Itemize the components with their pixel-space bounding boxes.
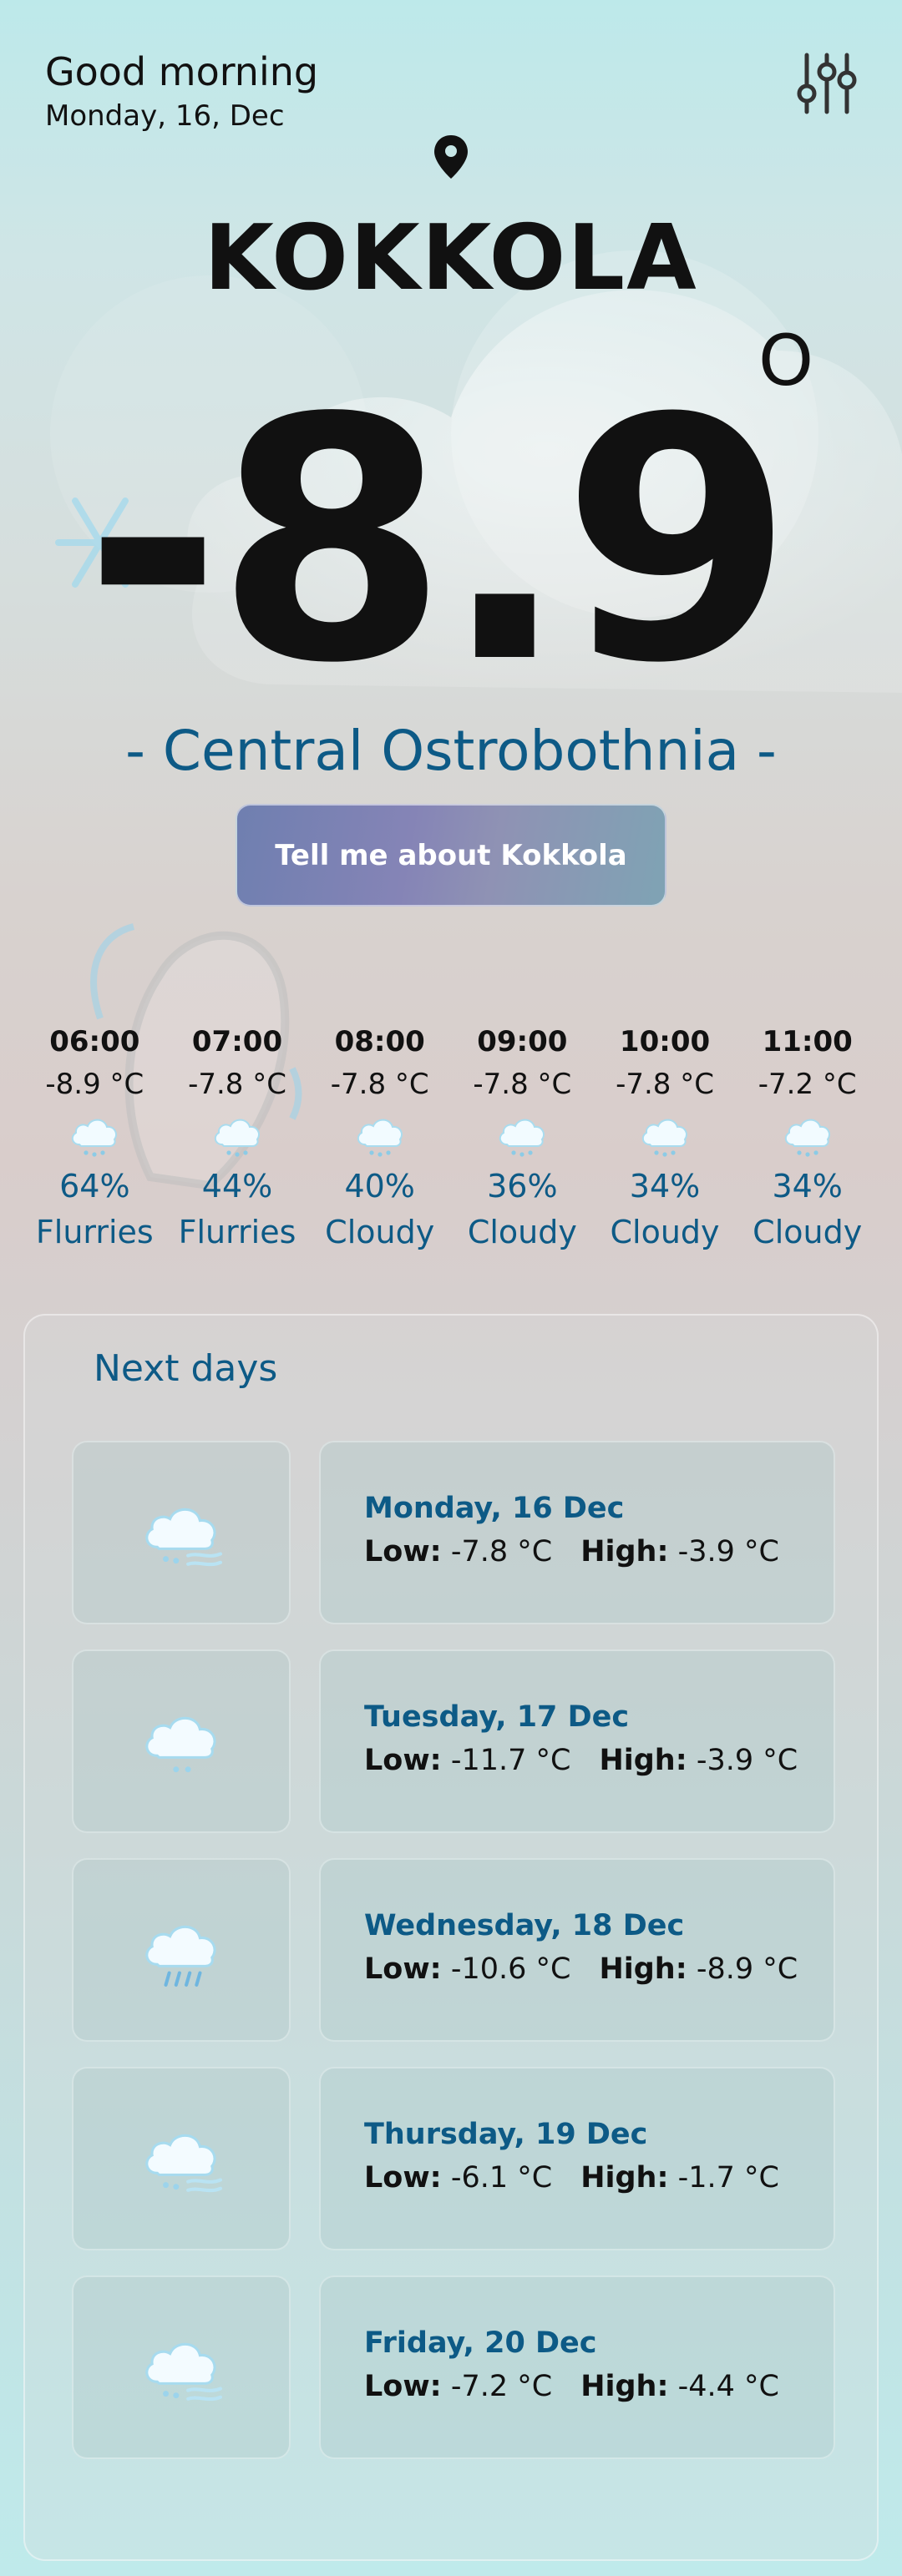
low-value: -7.8 °C	[450, 1535, 553, 1568]
day-temperatures: Low: -6.1 °C High: -1.7 °C	[364, 2157, 779, 2199]
day-forecast-row: Monday, 16 Dec Low: -7.8 °C High: -3.9 °C	[72, 1441, 835, 1624]
day-name: Wednesday, 18 Dec	[364, 1909, 685, 1942]
hour-temperature: -7.2 °C	[758, 1068, 857, 1101]
next-days-panel: Next days Monday, 16 Dec Low: -7.8 °C High…	[23, 1314, 879, 2561]
low-label: Low:	[364, 2370, 442, 2403]
hour-precipitation: 64%	[59, 1168, 130, 1205]
day-temperatures: Low: -10.6 °C High: -8.9 °C	[364, 1948, 798, 1990]
current-date: Monday, 16, Dec	[45, 99, 285, 133]
hour-time: 09:00	[477, 1025, 568, 1058]
snow-wind-cloud-icon	[145, 1508, 223, 1567]
hourly-item: 10:00 -7.8 °C 34% Cloudy	[594, 1023, 737, 1273]
snow-cloud-icon	[499, 1119, 545, 1157]
snow-wind-cloud-icon	[145, 2342, 223, 2402]
next-days-title: Next days	[94, 1347, 278, 1390]
day-forecast-row: Tuesday, 17 Dec Low: -11.7 °C High: -3.9 °…	[72, 1649, 835, 1833]
low-label: Low:	[364, 2161, 442, 2195]
hourly-item: 07:00 -7.8 °C 44% Flurries	[166, 1023, 309, 1273]
day-icon-card	[72, 1441, 291, 1624]
city-name: KOKKOLA	[204, 206, 698, 311]
hour-temperature: -7.8 °C	[188, 1068, 286, 1101]
greeting: Good morning Monday, 16, Dec	[45, 47, 318, 135]
hour-condition: Flurries	[35, 1214, 154, 1250]
low-label: Low:	[364, 1952, 442, 1986]
day-name: Thursday, 19 Dec	[364, 2118, 648, 2151]
hour-temperature: -7.8 °C	[330, 1068, 429, 1101]
low-label: Low:	[364, 1744, 442, 1777]
day-info-card: Wednesday, 18 Dec Low: -10.6 °C High: -8.9…	[319, 1858, 835, 2042]
day-forecast-row: Thursday, 19 Dec Low: -6.1 °C High: -1.7 °…	[72, 2067, 835, 2250]
high-value: -3.9 °C	[677, 1535, 779, 1568]
hour-precipitation: 36%	[487, 1168, 558, 1205]
hourly-item: 06:00 -8.9 °C 64% Flurries	[23, 1023, 166, 1273]
day-forecast-row: Friday, 20 Dec Low: -7.2 °C High: -4.4 °C	[72, 2275, 835, 2459]
snow-cloud-icon	[641, 1119, 687, 1157]
high-label: High:	[599, 1744, 687, 1777]
hour-temperature: -7.8 °C	[473, 1068, 572, 1101]
settings-sliders-icon[interactable]	[795, 50, 859, 117]
day-temperatures: Low: -7.2 °C High: -4.4 °C	[364, 2366, 779, 2407]
snow-cloud-icon	[784, 1119, 830, 1157]
day-name: Tuesday, 17 Dec	[364, 1700, 630, 1734]
greeting-title: Good morning	[45, 49, 319, 94]
hour-time: 08:00	[334, 1025, 425, 1058]
day-icon-card	[72, 2067, 291, 2250]
high-label: High:	[580, 2161, 669, 2195]
low-value: -11.7 °C	[450, 1744, 571, 1777]
day-name: Friday, 20 Dec	[364, 2326, 597, 2360]
day-info-card: Thursday, 19 Dec Low: -6.1 °C High: -1.7 °…	[319, 2067, 835, 2250]
snow-cloud-icon	[357, 1119, 403, 1157]
day-temperatures: Low: -7.8 °C High: -3.9 °C	[364, 1531, 779, 1573]
high-label: High:	[580, 2370, 669, 2403]
hour-condition: Cloudy	[753, 1214, 863, 1250]
day-info-card: Tuesday, 17 Dec Low: -11.7 °C High: -3.9 °…	[319, 1649, 835, 1833]
hour-precipitation: 34%	[629, 1168, 701, 1205]
day-name: Monday, 16 Dec	[364, 1492, 625, 1525]
high-value: -1.7 °C	[677, 2161, 779, 2195]
day-icon-card	[72, 1649, 291, 1833]
high-label: High:	[599, 1952, 687, 1986]
low-value: -6.1 °C	[450, 2161, 553, 2195]
day-temperatures: Low: -11.7 °C High: -3.9 °C	[364, 1740, 798, 1781]
day-icon-card	[72, 1858, 291, 2042]
rain-cloud-icon	[145, 1925, 216, 1987]
tell-me-about-button[interactable]: Tell me about Kokkola	[236, 804, 666, 907]
hour-time: 10:00	[619, 1025, 711, 1058]
degree-symbol: O	[758, 320, 814, 402]
hour-time: 06:00	[49, 1025, 140, 1058]
hourly-item: 09:00 -7.8 °C 36% Cloudy	[451, 1023, 594, 1273]
hour-temperature: -7.8 °C	[616, 1068, 714, 1101]
low-value: -7.2 °C	[450, 2370, 553, 2403]
location-pin-icon	[434, 135, 468, 179]
hour-precipitation: 40%	[344, 1168, 415, 1205]
high-value: -4.4 °C	[677, 2370, 779, 2403]
day-info-card: Monday, 16 Dec Low: -7.8 °C High: -3.9 °C	[319, 1441, 835, 1624]
hourly-forecast: 06:00 -8.9 °C 64% Flurries 07:00 -7.8 °C…	[23, 1023, 879, 1273]
high-label: High:	[580, 1535, 669, 1568]
hour-condition: Cloudy	[610, 1214, 720, 1250]
high-value: -8.9 °C	[696, 1952, 798, 1986]
hour-condition: Cloudy	[467, 1214, 577, 1250]
day-icon-card	[72, 2275, 291, 2459]
hour-temperature: -8.9 °C	[45, 1068, 144, 1101]
hourly-item: 08:00 -7.8 °C 40% Cloudy	[308, 1023, 451, 1273]
snow-cloud-icon	[214, 1119, 260, 1157]
hour-precipitation: 44%	[201, 1168, 273, 1205]
snow-cloud-icon	[72, 1119, 118, 1157]
low-value: -10.6 °C	[450, 1952, 571, 1986]
hour-condition: Flurries	[178, 1214, 296, 1250]
snow-wind-cloud-icon	[145, 2134, 223, 2193]
day-info-card: Friday, 20 Dec Low: -7.2 °C High: -4.4 °C	[319, 2275, 835, 2459]
current-temperature: -8.9	[84, 348, 794, 736]
low-label: Low:	[364, 1535, 442, 1568]
day-forecast-row: Wednesday, 18 Dec Low: -10.6 °C High: -8.9…	[72, 1858, 835, 2042]
hour-condition: Cloudy	[325, 1214, 435, 1250]
hour-time: 11:00	[762, 1025, 853, 1058]
hour-time: 07:00	[191, 1025, 283, 1058]
snow-cloud-icon	[145, 1716, 216, 1773]
hourly-item: 11:00 -7.2 °C 34% Cloudy	[736, 1023, 879, 1273]
hour-precipitation: 34%	[772, 1168, 843, 1205]
region-name: - Central Ostrobothnia -	[125, 719, 777, 783]
high-value: -3.9 °C	[696, 1744, 798, 1777]
